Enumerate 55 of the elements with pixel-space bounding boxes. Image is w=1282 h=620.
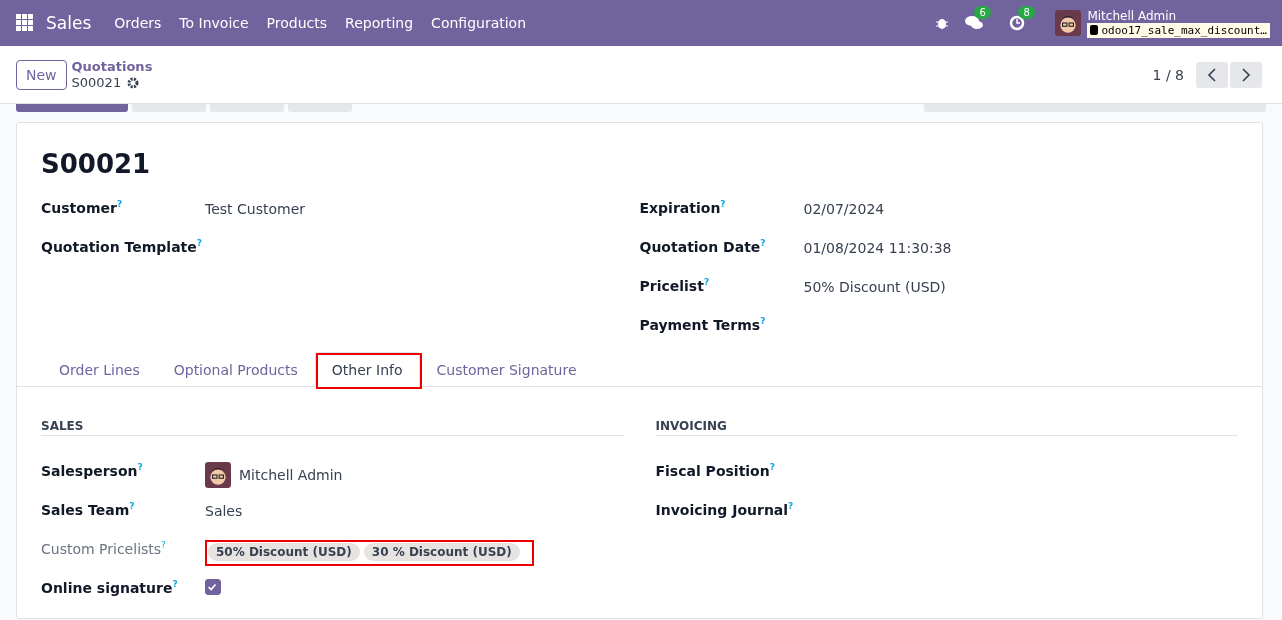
field-label: Customer$^{?}$ — [41, 199, 124, 216]
section-title: INVOICING — [655, 419, 1238, 436]
menu-item[interactable]: Orders — [105, 15, 171, 31]
pricelist-tag[interactable]: 50% Discount (USD) — [208, 543, 360, 561]
chevron-right-icon — [1241, 67, 1251, 82]
field-label: Salesperson$^{?}$ — [41, 462, 144, 479]
app-name[interactable]: Sales — [46, 13, 92, 33]
field-label: Quotation Date$^{?}$ — [639, 238, 767, 255]
field-label: Expiration$^{?}$ — [639, 199, 727, 216]
new-button[interactable]: New — [16, 59, 67, 90]
menu-item[interactable]: Configuration — [422, 15, 536, 31]
salesperson-value[interactable]: Mitchell Admin — [239, 467, 343, 483]
pricelist-tag[interactable]: 30 % Discount (USD) — [363, 543, 520, 561]
field-label: Fiscal Position$^{?}$ — [655, 462, 776, 479]
clock-icon[interactable] — [1009, 15, 1026, 31]
check-icon — [206, 581, 218, 593]
field-label: Online signature$^{?}$ — [41, 579, 179, 596]
previous-button[interactable] — [1196, 61, 1228, 88]
pager-value: 1 / 8 — [1152, 66, 1184, 83]
message-count-badge: 6 — [974, 6, 991, 19]
checkbox[interactable] — [205, 579, 221, 595]
chevron-left-icon — [1207, 67, 1217, 82]
field-value: 01/08/2024 11:30:38 — [803, 239, 952, 256]
next-button[interactable] — [1230, 61, 1262, 88]
field-label: Invoicing Journal$^{?}$ — [655, 501, 795, 518]
avatar-icon — [205, 462, 231, 488]
field-label: Sales Team$^{?}$ — [41, 501, 136, 518]
field-label: Quotation Template$^{?}$ — [41, 238, 204, 255]
apps-menu-icon[interactable] — [16, 14, 34, 32]
field-label: Pricelist$^{?}$ — [639, 277, 711, 294]
record-name: S00021 — [71, 74, 122, 91]
field-value: 02/07/2024 — [803, 200, 885, 217]
user-name[interactable]: Mitchell Admin — [1087, 8, 1270, 23]
field-value: 50% Discount (USD) — [803, 278, 946, 295]
tab[interactable]: Optional Products — [156, 352, 315, 387]
bug-icon[interactable] — [935, 16, 950, 30]
menu-item[interactable]: Reporting — [336, 15, 423, 31]
database-name: odoo17_sale_max_discount… — [1087, 22, 1270, 38]
menu-item[interactable]: To Invoice — [170, 15, 258, 31]
field-value: Sales — [205, 502, 243, 519]
section-title: SALES — [41, 419, 624, 436]
menu-item[interactable]: Products — [257, 15, 337, 31]
breadcrumb-link[interactable]: Quotations — [71, 58, 153, 75]
tab[interactable]: Other Info — [314, 352, 420, 387]
settings-icon[interactable] — [127, 76, 140, 89]
activity-count-badge: 8 — [1018, 6, 1035, 19]
tab[interactable]: Order Lines — [42, 352, 157, 387]
field-label: Custom Pricelists$^{?}$ — [41, 540, 167, 557]
field-value: Test Customer — [205, 200, 306, 217]
field-label: Payment Terms$^{?}$ — [639, 316, 767, 333]
avatar-icon — [1055, 10, 1082, 36]
tab[interactable]: Customer Signature — [419, 352, 594, 387]
chat-icon[interactable] — [965, 15, 984, 31]
database-icon — [1090, 25, 1099, 35]
record-title: S00021 — [40, 148, 152, 181]
